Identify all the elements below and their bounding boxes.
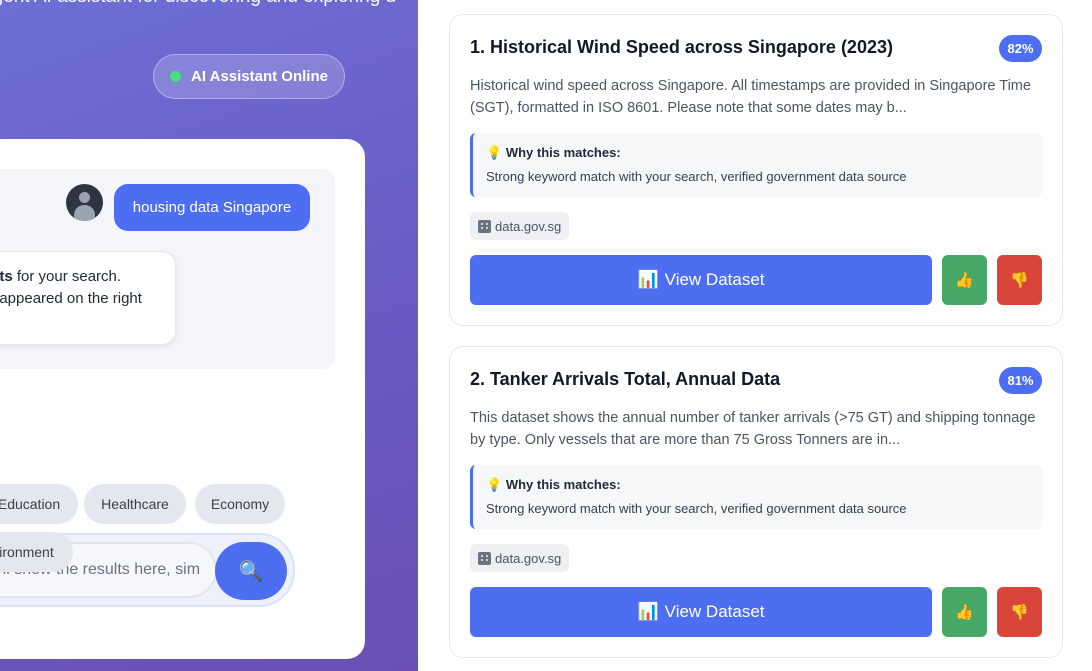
view-dataset-label: View Dataset [664,602,765,621]
chat-messages: housing data Singapore ets for your sear… [0,169,335,369]
result-description: This dataset shows the annual number of … [470,410,1036,448]
why-match-text: Strong keyword match with your search, v… [486,501,907,516]
results-pane: 1. Historical Wind Speed across Singapor… [418,0,1092,671]
why-match-box: 💡 Why this matches: Strong keyword match… [470,465,1042,529]
thumbs-up-button[interactable]: 👍 [942,255,987,305]
thumbs-up-icon: 👍 [955,604,974,621]
view-dataset-button[interactable]: 📊 View Dataset [470,255,932,305]
status-label: AI Assistant Online [191,68,328,85]
status-pill: AI Assistant Online [153,54,345,99]
result-title[interactable]: 2. Tanker Arrivals Total, Annual Data [470,369,780,390]
why-match-label: Why this matches: [505,145,621,160]
why-match-box: 💡 Why this matches: Strong keyword match… [470,133,1042,197]
view-dataset-label: View Dataset [664,270,765,289]
why-match-title: 💡 Why this matches: [486,145,1042,161]
match-score-badge: 81% [999,367,1042,394]
online-dot-icon [170,71,181,82]
thumbs-up-button[interactable]: 👍 [942,587,987,637]
thumbs-down-button[interactable]: 👎 [997,255,1042,305]
view-dataset-button[interactable]: 📊 View Dataset [470,587,932,637]
source-label: data.gov.sg [495,218,562,234]
bot-message-line-1: ets for your search. [0,266,161,288]
thumbs-up-icon: 👍 [955,272,974,289]
tagline: lligent AI assistant for discovering and… [0,0,396,8]
result-card: 1. Historical Wind Speed across Singapor… [449,14,1063,326]
result-title[interactable]: 1. Historical Wind Speed across Singapor… [470,37,893,58]
chip-healthcare[interactable]: Healthcare [84,484,186,524]
thumbs-down-icon: 👎 [1010,604,1029,621]
bot-message-rest: for your search. [12,268,122,285]
user-avatar-icon [66,184,103,221]
source-tag: data.gov.sg [470,544,570,572]
building-icon [478,219,491,233]
building-icon [478,551,491,565]
bar-chart-icon: 📊 [637,270,659,289]
left-pane: lligent AI assistant for discovering and… [0,0,418,671]
bot-message-bold: ets [0,268,13,285]
source-tag: data.gov.sg [470,212,570,240]
chip-environment[interactable]: ironment [0,532,73,572]
bar-chart-icon: 📊 [637,602,659,621]
lightbulb-icon: 💡 [486,477,503,492]
why-match-title: 💡 Why this matches: [486,477,1042,493]
thumbs-down-button[interactable]: 👎 [997,587,1042,637]
user-message: housing data Singapore [114,184,310,231]
match-score-badge: 82% [999,35,1042,62]
why-match-label: Why this matches: [505,477,621,492]
search-icon: 🔍 [238,560,264,583]
search-button[interactable]: 🔍 [215,542,287,600]
lightbulb-icon: 💡 [486,145,503,160]
why-match-text: Strong keyword match with your search, v… [486,169,907,184]
bot-message: ets for your search. t appeared on the r… [0,251,176,345]
chat-card: housing data Singapore ets for your sear… [0,139,365,659]
source-label: data.gov.sg [495,550,562,566]
thumbs-down-icon: 👎 [1010,272,1029,289]
chip-economy[interactable]: Economy [195,484,285,524]
result-description: Historical wind speed across Singapore. … [470,78,1031,116]
bot-message-line-2: t appeared on the right [0,290,142,307]
result-card: 2. Tanker Arrivals Total, Annual Data 81… [449,346,1063,658]
chip-education[interactable]: Education [0,484,78,524]
